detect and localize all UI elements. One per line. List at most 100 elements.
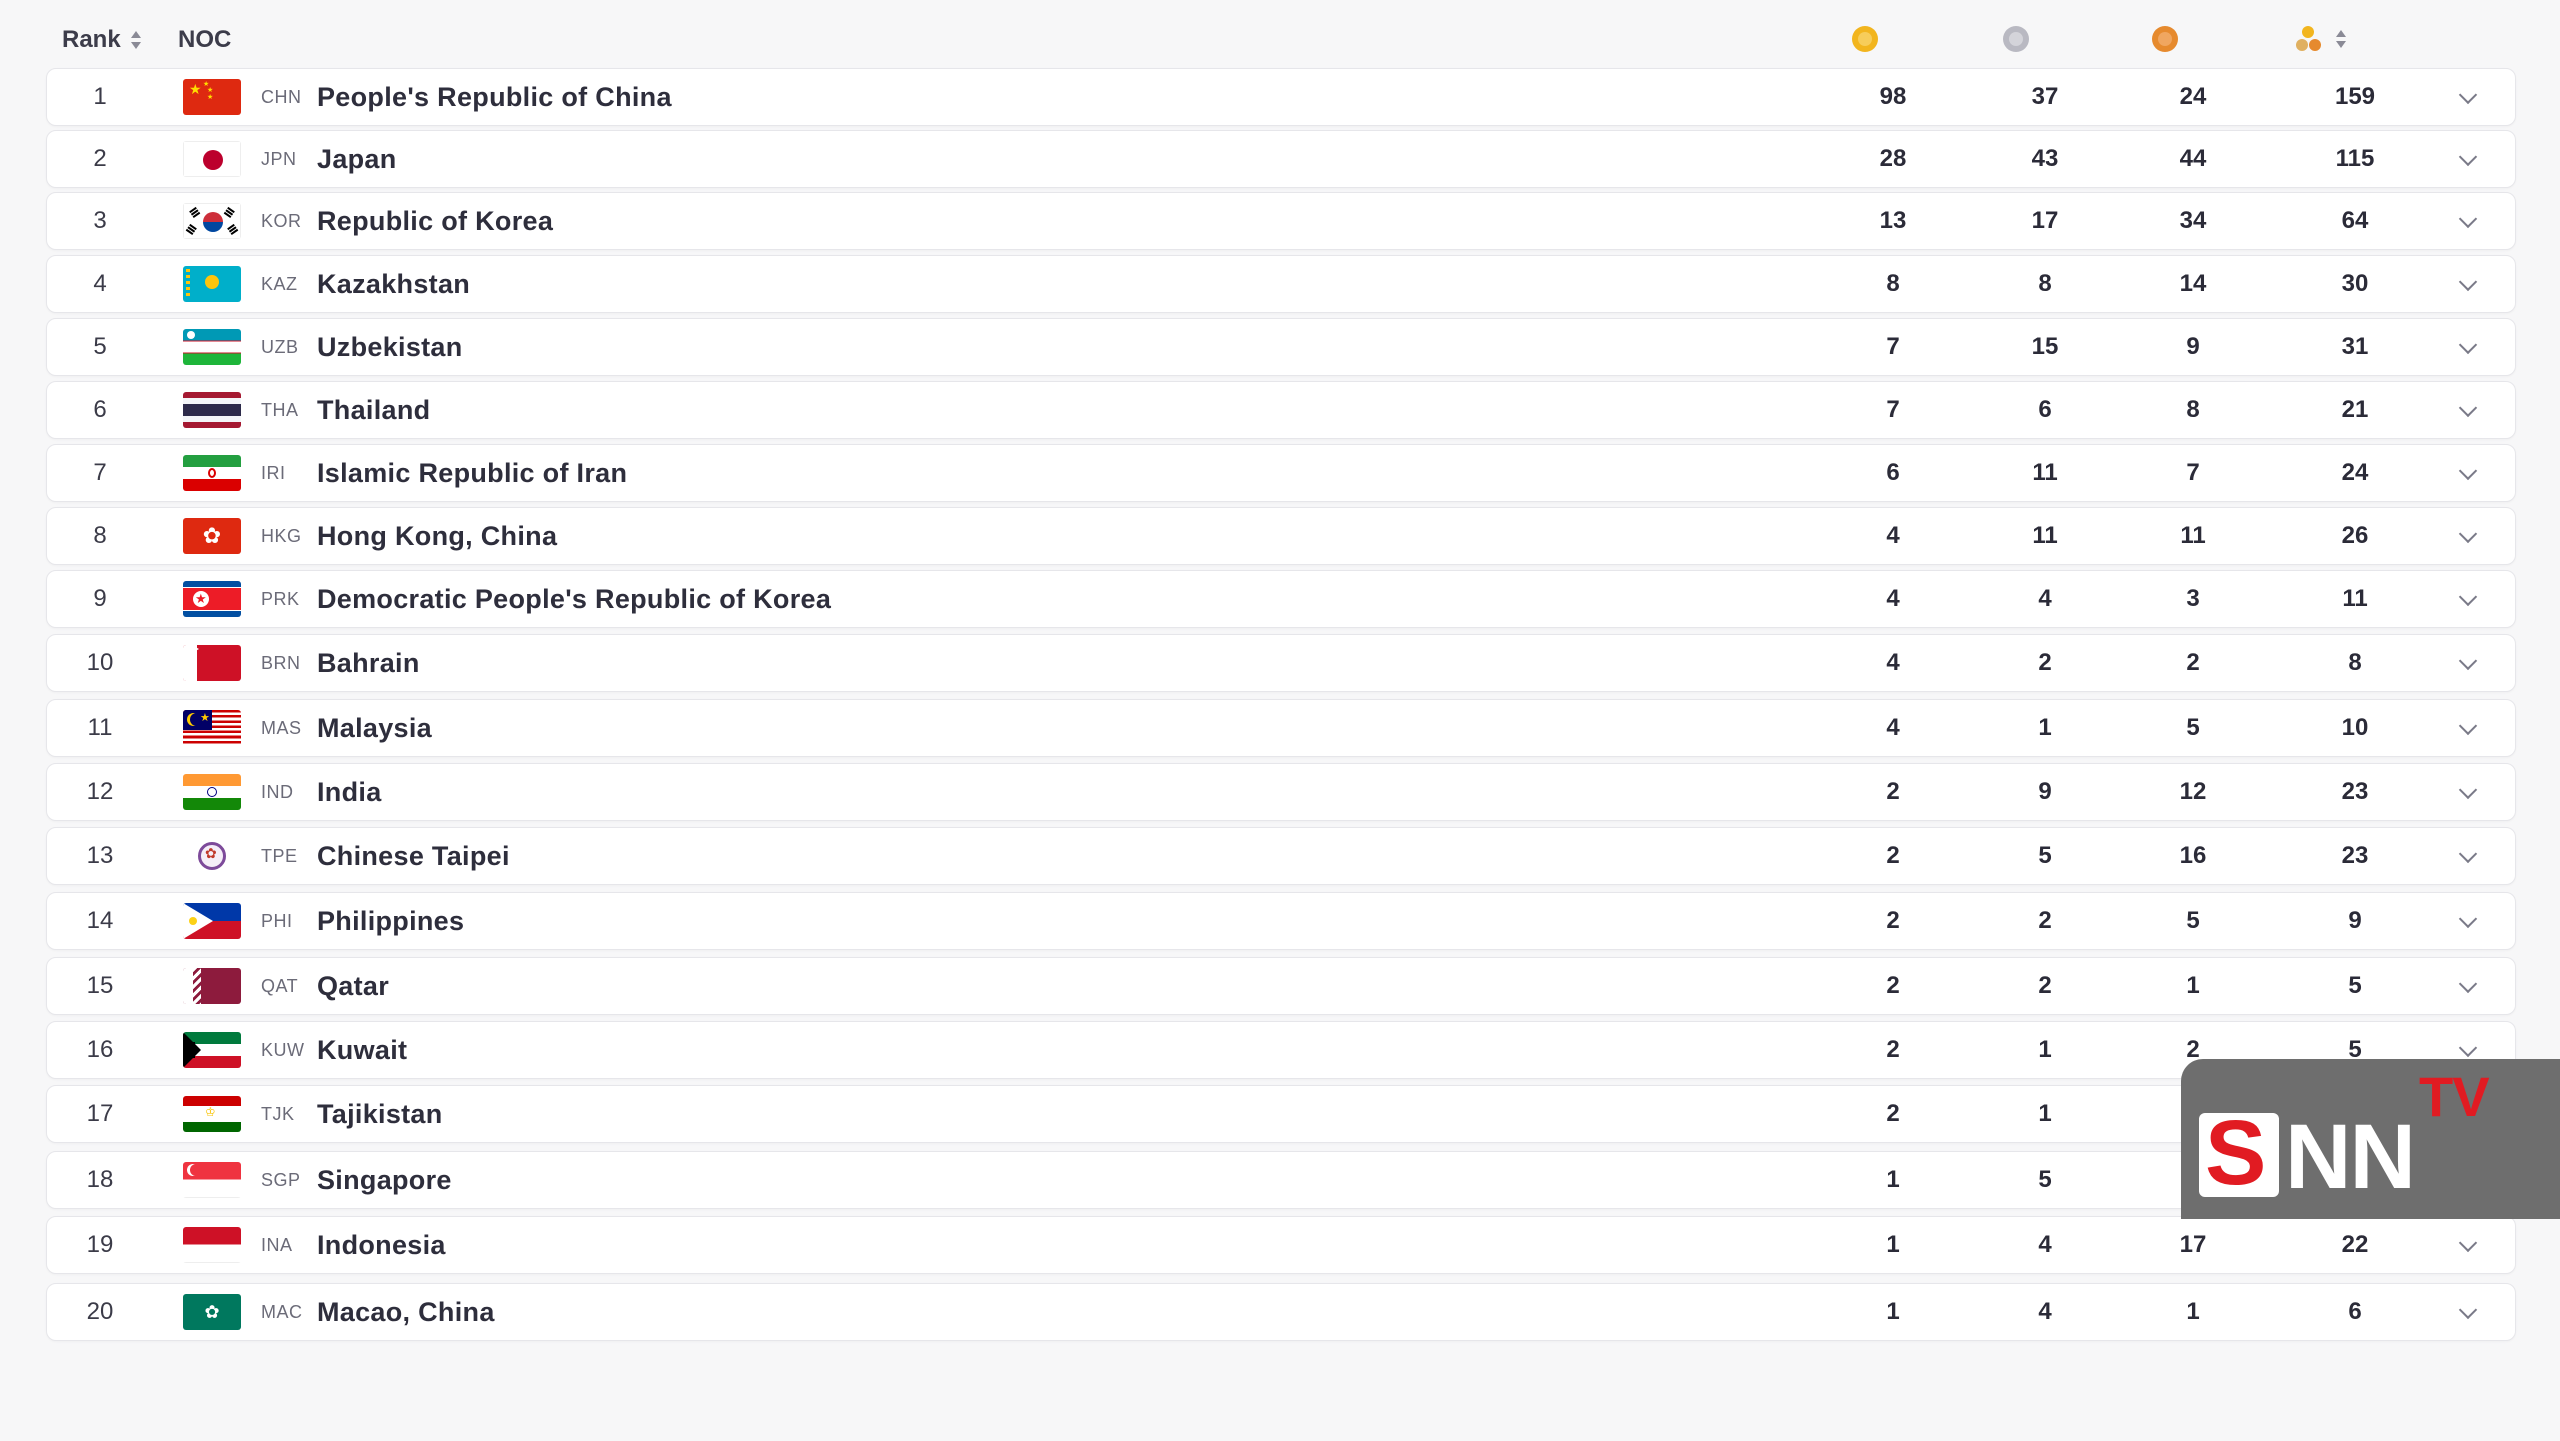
table-row[interactable]: 5 UZB Uzbekistan 7 15 9 31	[46, 318, 2516, 376]
chevron-down-icon[interactable]	[2458, 460, 2478, 480]
chevron-down-icon[interactable]	[2458, 1037, 2478, 1057]
gold-medal-icon[interactable]	[1852, 26, 1878, 52]
bronze-count: 8	[2186, 396, 2200, 423]
chevron-down-icon[interactable]	[2458, 523, 2478, 543]
chevron-down-icon[interactable]	[2458, 843, 2478, 863]
country-name[interactable]: Qatar	[317, 958, 389, 1014]
table-row[interactable]: 20 ✿ MAC Macao, China 1 4 1 6	[46, 1283, 2516, 1341]
gold-count: 28	[1879, 145, 1907, 172]
korea-flag-icon	[183, 203, 241, 239]
silver-count: 43	[2031, 145, 2059, 172]
silver-count: 4	[2038, 1231, 2052, 1258]
noc-code: PRK	[261, 588, 300, 609]
table-row[interactable]: 8 ✿ HKG Hong Kong, China 4 11 11 26	[46, 507, 2516, 565]
malaysia-flag-icon: ★	[183, 710, 241, 746]
table-row[interactable]: 3 KOR Republic of Korea 13 17 34 64	[46, 192, 2516, 250]
country-name[interactable]: Philippines	[317, 893, 464, 949]
chevron-down-icon[interactable]	[2458, 586, 2478, 606]
chevron-down-icon[interactable]	[2458, 84, 2478, 104]
gold-count: 7	[1886, 333, 1900, 360]
country-name[interactable]: Singapore	[317, 1152, 452, 1208]
country-name[interactable]: Uzbekistan	[317, 319, 463, 375]
country-name[interactable]: People's Republic of China	[317, 69, 672, 125]
table-row[interactable]: 16 KUW Kuwait 2 1 2 5	[46, 1021, 2516, 1079]
gold-count: 13	[1879, 207, 1907, 234]
rank-cell: 6	[93, 396, 107, 423]
country-name[interactable]: India	[317, 764, 382, 820]
noc-code: UZB	[261, 336, 299, 357]
chevron-down-icon[interactable]	[2458, 334, 2478, 354]
silver-count: 2	[2038, 649, 2052, 676]
table-row[interactable]: 13 ✿ TPE Chinese Taipei 2 5 16 23	[46, 827, 2516, 885]
table-row[interactable]: 12 IND India 2 9 12 23	[46, 763, 2516, 821]
chevron-down-icon[interactable]	[2458, 1299, 2478, 1319]
silver-count: 6	[2038, 396, 2052, 423]
table-header: Rank NOC	[46, 14, 2516, 66]
chinese-taipei-flag-icon: ✿	[183, 838, 241, 874]
china-flag-icon: ★ ★ ★ ★	[183, 79, 241, 115]
chevron-down-icon[interactable]	[2458, 208, 2478, 228]
sort-icon[interactable]	[2334, 28, 2348, 50]
country-name[interactable]: Kazakhstan	[317, 256, 470, 312]
country-name[interactable]: Bahrain	[317, 635, 420, 691]
table-row[interactable]: 19 INA Indonesia 1 4 17 22	[46, 1216, 2516, 1274]
bronze-count: 17	[2179, 1231, 2207, 1258]
gold-count: 2	[1886, 778, 1900, 805]
table-row[interactable]: 15 QAT Qatar 2 2 1 5	[46, 957, 2516, 1015]
noc-column-header: NOC	[178, 26, 231, 54]
country-name[interactable]: Tajikistan	[317, 1086, 443, 1142]
noc-code: QAT	[261, 975, 299, 996]
bronze-medal-icon[interactable]	[2152, 26, 2178, 52]
total-medals-column-header[interactable]	[2288, 24, 2346, 56]
country-name[interactable]: Indonesia	[317, 1217, 446, 1273]
country-name[interactable]: Hong Kong, China	[317, 508, 557, 564]
table-row[interactable]: 7 IRI Islamic Republic of Iran 6 11 7 24	[46, 444, 2516, 502]
table-row[interactable]: 2 JPN Japan 28 43 44 115	[46, 130, 2516, 188]
country-name[interactable]: Macao, China	[317, 1284, 495, 1340]
table-row[interactable]: 11 ★ MAS Malaysia 4 1 5 10	[46, 699, 2516, 757]
table-row[interactable]: 10 BRN Bahrain 4 2 2 8	[46, 634, 2516, 692]
gold-count: 7	[1886, 396, 1900, 423]
total-count: 24	[2341, 459, 2369, 486]
chevron-down-icon[interactable]	[2458, 1232, 2478, 1252]
country-name[interactable]: Republic of Korea	[317, 193, 553, 249]
chevron-down-icon[interactable]	[2458, 397, 2478, 417]
chevron-down-icon[interactable]	[2458, 146, 2478, 166]
chevron-down-icon[interactable]	[2458, 650, 2478, 670]
country-name[interactable]: Thailand	[317, 382, 430, 438]
snn-tv-logo: S NN TV	[2181, 1059, 2560, 1219]
table-row[interactable]: 4 KAZ Kazakhstan 8 8 14 30	[46, 255, 2516, 313]
table-row[interactable]: 6 THA Thailand 7 6 8 21	[46, 381, 2516, 439]
singapore-flag-icon	[183, 1162, 241, 1198]
gold-dot-icon	[2302, 26, 2314, 38]
silver-medal-icon[interactable]	[2003, 26, 2029, 52]
noc-code: JPN	[261, 148, 297, 169]
country-name[interactable]: Chinese Taipei	[317, 828, 510, 884]
country-name[interactable]: Kuwait	[317, 1022, 407, 1078]
bahrain-flag-icon	[183, 645, 241, 681]
rank-column-header[interactable]: Rank	[62, 26, 143, 54]
gold-count: 1	[1886, 1166, 1900, 1193]
chevron-down-icon[interactable]	[2458, 973, 2478, 993]
chevron-down-icon[interactable]	[2458, 715, 2478, 735]
table-row[interactable]: 1 ★ ★ ★ ★ CHN People's Republic of China 98 37 24…	[46, 68, 2516, 126]
sort-icon[interactable]	[129, 29, 143, 51]
table-row[interactable]: 18SGPSingapore1539	[46, 1151, 2516, 1209]
table-row[interactable]: 14 PHI Philippines 2 2 5 9	[46, 892, 2516, 950]
chevron-down-icon[interactable]	[2458, 271, 2478, 291]
country-name[interactable]: Democratic People's Republic of Korea	[317, 571, 831, 627]
bronze-count: 2	[2186, 649, 2200, 676]
country-name[interactable]: Malaysia	[317, 700, 432, 756]
gold-count: 1	[1886, 1298, 1900, 1325]
noc-code: THA	[261, 399, 299, 420]
chevron-down-icon[interactable]	[2458, 779, 2478, 799]
rank-cell: 5	[93, 333, 107, 360]
country-name[interactable]: Islamic Republic of Iran	[317, 445, 627, 501]
table-row[interactable]: 9 ★ PRK Democratic People's Republic of Kor…	[46, 570, 2516, 628]
chevron-down-icon[interactable]	[2458, 908, 2478, 928]
thailand-flag-icon	[183, 392, 241, 428]
rank-cell: 12	[86, 778, 114, 805]
gold-count: 2	[1886, 1100, 1900, 1127]
table-row[interactable]: 17♔TJKTajikistan2114	[46, 1085, 2516, 1143]
country-name[interactable]: Japan	[317, 131, 397, 187]
